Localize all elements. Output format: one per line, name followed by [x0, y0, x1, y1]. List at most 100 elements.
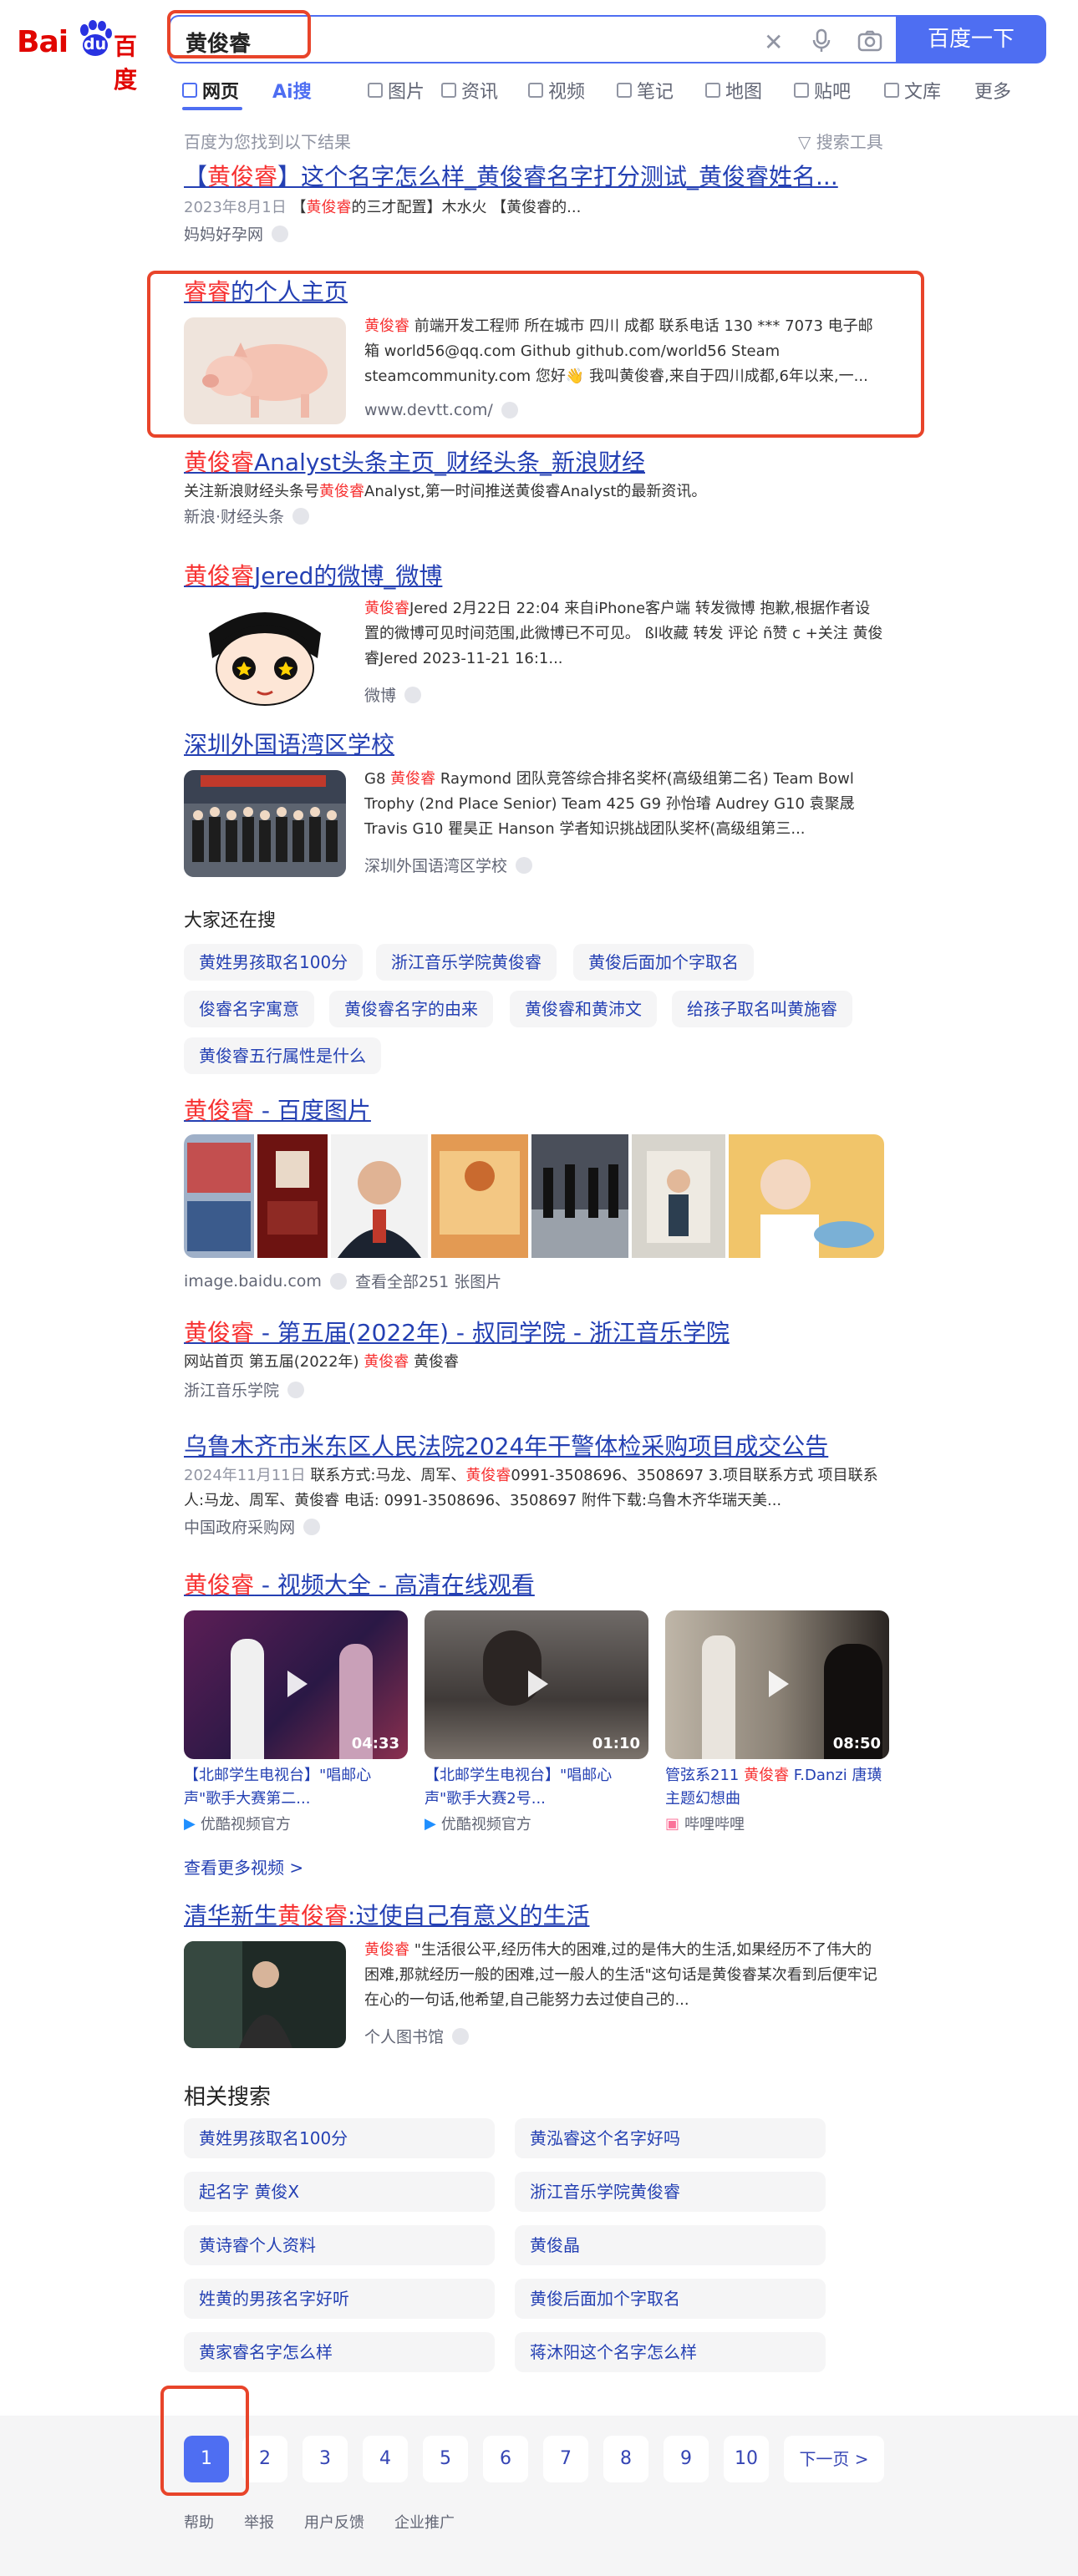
microphone-icon[interactable]: [812, 28, 831, 53]
tab-video[interactable]: 视频: [528, 77, 585, 104]
video-card[interactable]: 08:50 管弦系211 黄俊睿 F.Danzi 唐璜主题幻想曲 ▣ 哔哩哔哩: [665, 1610, 889, 1834]
related-search-item[interactable]: 黄姓男孩取名100分: [184, 2118, 495, 2158]
image-icon: [368, 83, 383, 98]
footer-link-help[interactable]: 帮助: [184, 2511, 214, 2533]
school-photo-thumbnail[interactable]: [184, 770, 346, 877]
page-5[interactable]: 5: [423, 2436, 468, 2482]
result-6-title[interactable]: 黄俊睿 - 第五届(2022年) - 叔同学院 - 浙江音乐学院: [184, 1318, 730, 1348]
result-7-source[interactable]: 中国政府采购网: [184, 1515, 894, 1538]
youku-icon: ▶: [184, 1814, 196, 1833]
also-search-chip[interactable]: 给孩子取名叫黄施睿: [672, 991, 852, 1027]
page-8[interactable]: 8: [603, 2436, 648, 2482]
page-6[interactable]: 6: [483, 2436, 528, 2482]
result-5-source[interactable]: 深圳外国语湾区学校: [364, 854, 533, 876]
video-card[interactable]: 04:33 【北邮学生电视台】"唱邮心声"歌手大赛第二... ▶ 优酷视频官方: [184, 1610, 408, 1834]
pig-thumbnail[interactable]: [184, 317, 346, 424]
tab-tieba[interactable]: 贴吧: [794, 77, 851, 104]
source-info-icon[interactable]: [516, 856, 533, 874]
source-info-icon[interactable]: [501, 402, 518, 418]
page-9[interactable]: 9: [664, 2436, 709, 2482]
search-tools[interactable]: ▽ 搜索工具: [798, 129, 883, 153]
result-3-title[interactable]: 黄俊睿Analyst头条主页_财经头条_新浪财经: [184, 448, 706, 478]
also-search-chip[interactable]: 黄俊睿五行属性是什么: [184, 1037, 381, 1074]
result-3-source[interactable]: 新浪·财经头条: [184, 505, 706, 527]
page-4[interactable]: 4: [363, 2436, 408, 2482]
page-10[interactable]: 10: [724, 2436, 769, 2482]
also-search-chip[interactable]: 浙江音乐学院黄俊睿: [376, 944, 557, 981]
related-search-item[interactable]: 黄家睿名字怎么样: [184, 2332, 495, 2372]
footer-link-report[interactable]: 举报: [244, 2511, 274, 2533]
page-2[interactable]: 2: [242, 2436, 287, 2482]
also-search-chip[interactable]: 黄俊睿和黄沛文: [510, 991, 657, 1027]
cartoon-avatar-thumbnail[interactable]: [184, 600, 346, 707]
source-info-icon[interactable]: [303, 1518, 321, 1535]
result-2-title[interactable]: 睿睿的个人主页: [184, 277, 886, 307]
result-7-title[interactable]: 乌鲁木齐市米东区人民法院2024年干警体检采购项目成交公告: [184, 1432, 894, 1462]
next-page-button[interactable]: 下一页 >: [784, 2436, 884, 2482]
footer-link-promote[interactable]: 企业推广: [394, 2511, 455, 2533]
also-search-chip[interactable]: 黄姓男孩取名100分: [184, 944, 364, 981]
result-4: 黄俊睿Jered的微博_微博: [184, 561, 442, 591]
source-info-icon[interactable]: [329, 1272, 347, 1290]
footer-link-feedback[interactable]: 用户反馈: [304, 2511, 364, 2533]
logo-bai-text: Bai: [17, 25, 69, 59]
tab-more[interactable]: 更多: [974, 77, 1011, 104]
also-search-chip[interactable]: 黄俊睿名字的由来: [329, 991, 493, 1027]
source-info-icon[interactable]: [404, 686, 422, 703]
view-all-images-link[interactable]: 查看全部251 张图片: [355, 1270, 501, 1292]
image-results-title[interactable]: 黄俊睿 - 百度图片: [184, 1096, 371, 1126]
source-info-icon[interactable]: [452, 2027, 470, 2045]
person-photo-thumbnail[interactable]: [184, 1941, 346, 2048]
video-title[interactable]: 【北邮学生电视台】"唱邮心声"歌手大赛第二...: [184, 1764, 408, 1811]
video-card[interactable]: 01:10 【北邮学生电视台】"唱邮心声"歌手大赛2号... ▶ 优酷视频官方: [425, 1610, 648, 1834]
tab-wenku[interactable]: 文库: [884, 77, 941, 104]
related-search-item[interactable]: 黄诗睿个人资料: [184, 2225, 495, 2265]
more-videos-link[interactable]: 查看更多视频 >: [184, 1854, 303, 1879]
tab-map[interactable]: 地图: [705, 77, 762, 104]
related-search-item[interactable]: 浙江音乐学院黄俊睿: [515, 2172, 826, 2212]
video-thumbnail[interactable]: 01:10: [425, 1610, 648, 1759]
image-strip[interactable]: [184, 1134, 884, 1258]
tab-web[interactable]: 网页: [182, 77, 239, 104]
result-4-title[interactable]: 黄俊睿Jered的微博_微博: [184, 561, 442, 591]
video-thumbnail[interactable]: 04:33: [184, 1610, 408, 1759]
tab-images[interactable]: 图片: [368, 77, 425, 104]
clear-icon[interactable]: ✕: [764, 28, 783, 56]
related-search-item[interactable]: 姓黄的男孩名字好听: [184, 2279, 495, 2319]
page-7[interactable]: 7: [543, 2436, 588, 2482]
source-info-icon[interactable]: [292, 507, 310, 525]
page-3[interactable]: 3: [303, 2436, 348, 2482]
result-8-title[interactable]: 清华新生黄俊睿:过使自己有意义的生活: [184, 1901, 589, 1931]
result-2-source[interactable]: www.devtt.com/: [364, 401, 518, 419]
result-5-title[interactable]: 深圳外国语湾区学校: [184, 730, 394, 760]
result-8-snippet: 黄俊睿 "生活很公平,经历伟大的困难,过的是伟大的生活,如果经历不了伟大的困难,…: [364, 1941, 877, 2009]
tab-ai-search[interactable]: Ai搜: [272, 77, 312, 104]
related-search-item[interactable]: 起名字 黄俊X: [184, 2172, 495, 2212]
also-search-chip[interactable]: 俊睿名字寓意: [184, 991, 314, 1027]
related-search-item[interactable]: 黄泓睿这个名字好吗: [515, 2118, 826, 2158]
baidu-logo[interactable]: Bai du 百度: [17, 18, 150, 94]
result-6-source[interactable]: 浙江音乐学院: [184, 1378, 730, 1401]
related-search-item[interactable]: 黄俊后面加个字取名: [515, 2279, 826, 2319]
result-1-source[interactable]: 妈妈好孕网: [184, 222, 838, 245]
notes-icon: [617, 83, 632, 98]
news-icon: [441, 83, 456, 98]
image-results-source[interactable]: image.baidu.com 查看全部251 张图片: [184, 1270, 501, 1292]
result-1-title[interactable]: 【黄俊睿】这个名字怎么样_黄俊睿名字打分测试_黄俊睿姓名...: [184, 162, 838, 192]
related-search-item[interactable]: 黄俊晶: [515, 2225, 826, 2265]
tab-news[interactable]: 资讯: [441, 77, 498, 104]
related-search-item[interactable]: 蒋沐阳这个名字怎么样: [515, 2332, 826, 2372]
video-results-title[interactable]: 黄俊睿 - 视频大全 - 高清在线观看: [184, 1570, 535, 1600]
video-thumbnail[interactable]: 08:50: [665, 1610, 889, 1759]
video-title[interactable]: 管弦系211 黄俊睿 F.Danzi 唐璜主题幻想曲: [665, 1764, 889, 1811]
tab-notes[interactable]: 笔记: [617, 77, 674, 104]
source-info-icon[interactable]: [287, 1381, 305, 1398]
video-title[interactable]: 【北邮学生电视台】"唱邮心声"歌手大赛2号...: [425, 1764, 648, 1811]
video-icon: [528, 83, 543, 98]
also-search-chip[interactable]: 黄俊后面加个字取名: [573, 944, 754, 981]
source-info-icon[interactable]: [272, 225, 289, 242]
result-4-source[interactable]: 微博: [364, 683, 422, 706]
camera-icon[interactable]: [857, 30, 882, 52]
search-button[interactable]: 百度一下: [896, 15, 1046, 63]
result-8-source[interactable]: 个人图书馆: [364, 2025, 470, 2047]
